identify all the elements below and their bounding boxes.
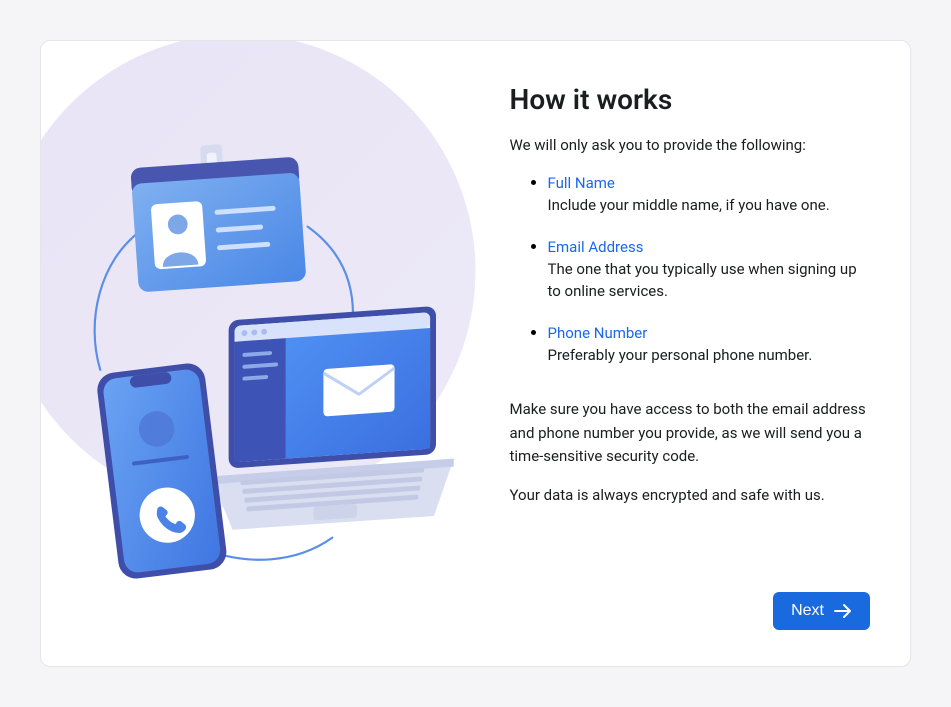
illustration-panel: [41, 41, 476, 666]
item-label-full-name[interactable]: Full Name: [548, 174, 615, 192]
item-desc: The one that you typically use when sign…: [548, 258, 871, 303]
next-button-label: Next: [791, 602, 824, 620]
item-desc: Preferably your personal phone number.: [548, 344, 871, 367]
note-text: Make sure you have access to both the em…: [510, 398, 871, 468]
devices-illustration-icon: [41, 41, 476, 666]
list-item: Email Address The one that you typically…: [548, 237, 871, 303]
item-desc: Include your middle name, if you have on…: [548, 194, 871, 217]
list-item: Full Name Include your middle name, if y…: [548, 173, 871, 217]
next-button[interactable]: Next: [773, 592, 870, 630]
arrow-right-icon: [834, 603, 852, 619]
safety-text: Your data is always encrypted and safe w…: [510, 484, 871, 507]
page-title: How it works: [510, 83, 871, 116]
intro-text: We will only ask you to provide the foll…: [510, 134, 871, 157]
onboarding-card: How it works We will only ask you to pro…: [40, 40, 911, 667]
footer: Next: [510, 592, 871, 630]
requirements-list: Full Name Include your middle name, if y…: [510, 173, 871, 380]
list-item: Phone Number Preferably your personal ph…: [548, 323, 871, 367]
content-panel: How it works We will only ask you to pro…: [476, 41, 911, 666]
item-label-email[interactable]: Email Address: [548, 238, 644, 256]
item-label-phone[interactable]: Phone Number: [548, 324, 648, 342]
